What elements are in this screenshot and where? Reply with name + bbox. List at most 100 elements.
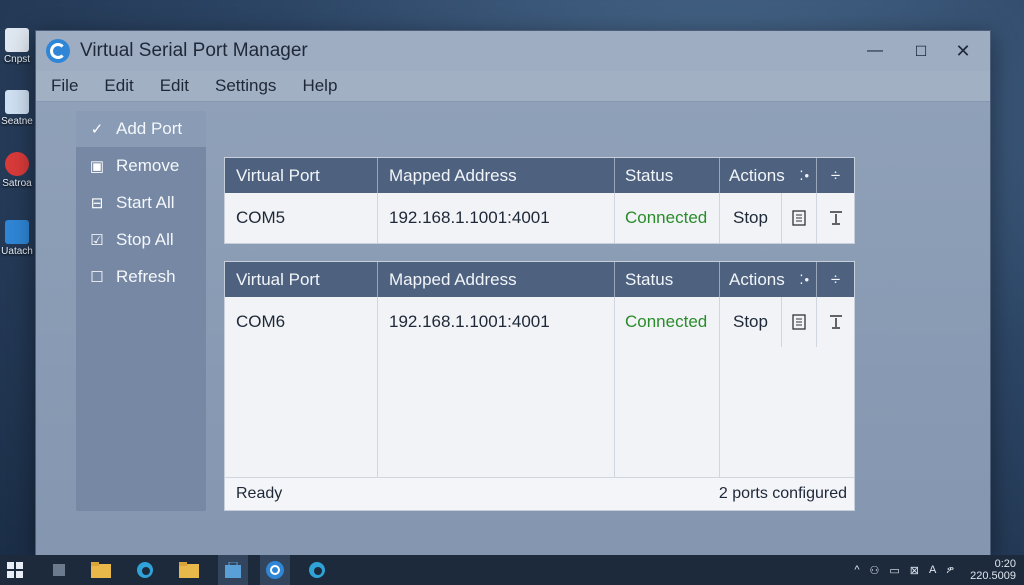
cell-mapped-address: 192.168.1.1001:4001 <box>378 193 615 243</box>
window-title: Virtual Serial Port Manager <box>80 40 308 61</box>
table-empty-area <box>225 347 854 477</box>
title-bar[interactable]: Virtual Serial Port Manager — ☐ ✕ <box>36 31 990 71</box>
sidebar-item-label: Refresh <box>116 266 176 286</box>
stop-all-icon: ☑ <box>90 231 104 249</box>
clock-time: 0:20 <box>994 558 1016 570</box>
cell-mapped-address: 192.168.1.1001:4001 <box>378 297 615 347</box>
folder-icon <box>179 562 199 578</box>
cell-virtual-port: COM5 <box>225 193 378 243</box>
log-icon[interactable] <box>782 193 817 243</box>
language-icon[interactable]: A <box>929 564 936 576</box>
table-row[interactable]: COM6 192.168.1.1001:4001 Connected Stop <box>225 297 854 347</box>
desktop-icon-3[interactable]: Satroa <box>0 152 34 189</box>
cell-status: Connected <box>615 297 720 347</box>
sidebar-item-stop-all[interactable]: ☑ Stop All <box>76 221 206 258</box>
pin-icon[interactable] <box>817 297 854 347</box>
start-all-icon: ⊟ <box>90 194 104 212</box>
desktop-icon-4[interactable]: Uatach <box>0 220 34 257</box>
ime-icon[interactable]: ዎ <box>946 564 954 577</box>
column-header-mapped-address[interactable]: Mapped Address <box>378 262 615 297</box>
stop-button[interactable]: Stop <box>720 297 782 347</box>
column-header-status[interactable]: Status <box>615 262 720 297</box>
main-window: Virtual Serial Port Manager — ☐ ✕ File E… <box>35 30 991 557</box>
check-icon: ✓ <box>90 121 104 138</box>
edge-icon <box>309 562 325 578</box>
refresh-icon: ☐ <box>90 268 104 286</box>
taskbar-file-explorer-2[interactable] <box>174 555 204 585</box>
sidebar-item-label: Start All <box>116 192 175 212</box>
content-area: ✓ Add Port ▣ Remove ⊟ Start All ☑ Stop A… <box>36 102 990 556</box>
minimize-button[interactable]: — <box>852 31 898 71</box>
menu-edit[interactable]: Edit <box>104 76 133 96</box>
windows-icon <box>7 562 23 578</box>
table-header: Virtual Port Mapped Address Status Actio… <box>225 158 854 193</box>
cell-status: Connected <box>615 193 720 243</box>
menu-settings[interactable]: Settings <box>215 76 276 96</box>
column-header-actions[interactable]: Actions ⁚• <box>720 158 817 193</box>
desktop-icon-2[interactable]: Seatne <box>0 90 34 127</box>
taskbar-edge-2[interactable] <box>302 555 332 585</box>
battery-icon[interactable]: ▭ <box>889 564 899 577</box>
sidebar-item-label: Remove <box>116 155 180 175</box>
log-icon[interactable] <box>782 297 817 347</box>
column-header-virtual-port[interactable]: Virtual Port <box>225 262 378 297</box>
menu-bar: File Edit Edit Settings Help <box>36 71 990 102</box>
column-header-mapped-address[interactable]: Mapped Address <box>378 158 615 193</box>
monitor-icon <box>5 220 29 244</box>
desktop-icon-1[interactable]: Cnpst <box>0 28 34 65</box>
edge-icon <box>137 562 153 578</box>
menu-edit-2[interactable]: Edit <box>160 76 189 96</box>
column-split-icon[interactable]: ÷ <box>817 262 854 297</box>
column-header-actions[interactable]: Actions ⁚• <box>720 262 817 297</box>
column-header-virtual-port[interactable]: Virtual Port <box>225 158 378 193</box>
stop-button[interactable]: Stop <box>720 193 782 243</box>
sidebar-item-start-all[interactable]: ⊟ Start All <box>76 184 206 221</box>
column-options-icon[interactable]: ⁚• <box>799 168 810 184</box>
taskbar: ^ ⚇ ▭ ⊠ A ዎ 0:20 220.5009 <box>0 555 1024 585</box>
document-icon <box>5 28 29 52</box>
store-icon <box>225 562 241 578</box>
taskbar-store[interactable] <box>218 555 248 585</box>
clock[interactable]: 0:20 220.5009 <box>970 558 1016 582</box>
taskbar-serial-port-manager[interactable] <box>260 555 290 585</box>
port-table-2: Virtual Port Mapped Address Status Actio… <box>224 261 855 511</box>
maximize-button[interactable]: ☐ <box>898 31 944 71</box>
folder-icon <box>91 562 111 578</box>
desktop-icon-label: Seatne <box>1 116 33 127</box>
port-count-text: 2 ports configured <box>718 485 847 502</box>
desktop-icon-label: Uatach <box>1 246 33 257</box>
sidebar-item-remove[interactable]: ▣ Remove <box>76 147 206 184</box>
cell-virtual-port: COM6 <box>225 297 378 347</box>
sidebar-item-label: Add Port <box>116 119 183 138</box>
taskbar-app-game[interactable] <box>44 555 74 585</box>
table-row[interactable]: COM5 192.168.1.1001:4001 Connected Stop <box>225 193 854 243</box>
sidebar-item-label: Stop All <box>116 229 174 249</box>
taskbar-edge[interactable] <box>130 555 160 585</box>
column-options-icon[interactable]: ⁚• <box>799 272 810 288</box>
volume-icon[interactable]: ⊠ <box>910 564 919 577</box>
column-header-actions-label: Actions <box>729 165 785 185</box>
menu-help[interactable]: Help <box>302 76 337 96</box>
sidebar-item-add-port[interactable]: ✓ Add Port <box>76 111 206 147</box>
desktop-icon-label: Cnpst <box>3 54 31 65</box>
column-header-status[interactable]: Status <box>615 158 720 193</box>
pin-icon[interactable] <box>817 193 854 243</box>
app-icon <box>53 564 65 576</box>
tray-overflow-icon[interactable]: ^ <box>854 564 859 576</box>
status-text: Ready <box>236 485 283 502</box>
status-bar: Ready 2 ports configured <box>225 477 854 510</box>
table-header: Virtual Port Mapped Address Status Actio… <box>225 262 854 297</box>
menu-file[interactable]: File <box>51 76 78 96</box>
setup-icon <box>5 90 29 114</box>
app-logo-icon <box>266 561 284 579</box>
column-split-icon[interactable]: ÷ <box>817 158 854 193</box>
taskbar-file-explorer[interactable] <box>86 555 116 585</box>
close-button[interactable]: ✕ <box>940 31 986 71</box>
column-header-actions-label: Actions <box>729 269 785 289</box>
app-red-icon <box>5 152 29 176</box>
desktop-icon-label: Satroa <box>2 178 32 189</box>
start-button[interactable] <box>0 555 30 585</box>
network-icon[interactable]: ⚇ <box>869 564 879 577</box>
sidebar-item-refresh[interactable]: ☐ Refresh <box>76 258 206 295</box>
port-table-1: Virtual Port Mapped Address Status Actio… <box>224 157 855 244</box>
